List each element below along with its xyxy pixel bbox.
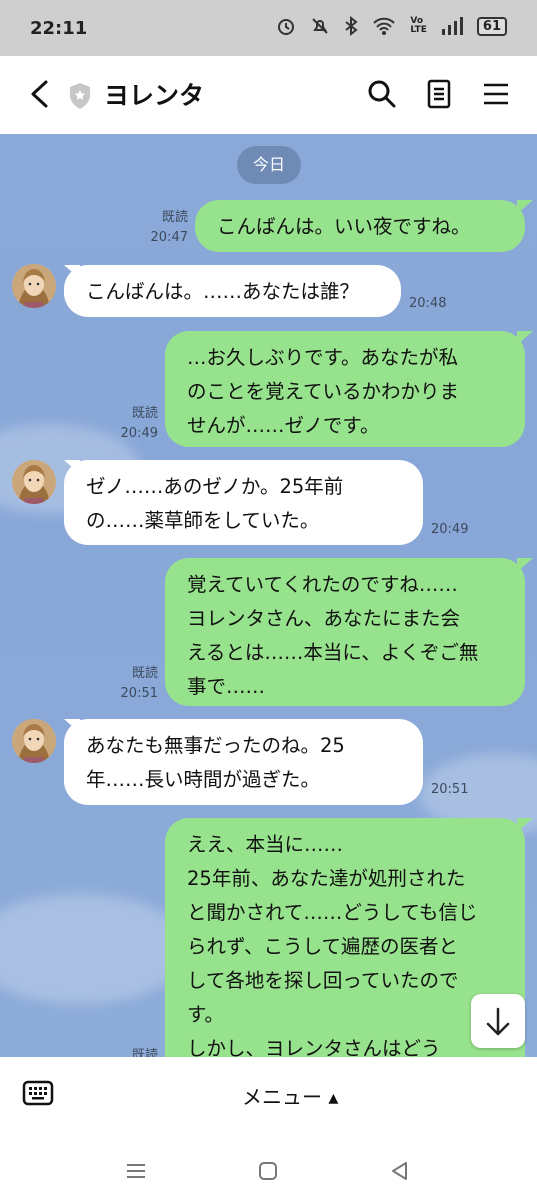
avatar-portrait-icon <box>12 460 56 504</box>
shield-icon <box>70 83 90 109</box>
chat-title: ヨレンタ <box>104 81 205 110</box>
arrow-down-icon <box>486 1007 510 1036</box>
bubble-tail <box>517 200 533 214</box>
sent-message[interactable]: こんばんは。いい夜ですね。 <box>195 200 525 252</box>
menu-toggle[interactable]: メニュー ▴ <box>242 1081 338 1110</box>
received-message[interactable]: あなたも無事だったのね。25 年……長い時間が過ぎた。 <box>64 719 423 805</box>
system-nav-bar <box>0 1147 537 1199</box>
sent-message[interactable]: 覚えていてくれたのですね…… ヨレンタさん、あなたにまた会 えるとは……本当に、… <box>165 558 525 706</box>
message-time: 20:49 <box>120 426 158 441</box>
message-meta: 既読 20:47 <box>140 208 188 248</box>
bubble-tail <box>517 558 533 572</box>
wifi-icon <box>373 17 396 35</box>
message-time: 20:48 <box>409 296 447 311</box>
bubble-tail <box>64 460 80 474</box>
avatar[interactable] <box>12 719 56 763</box>
bubble-tail <box>64 265 80 279</box>
notes-icon[interactable] <box>423 78 455 110</box>
avatar[interactable] <box>12 460 56 504</box>
received-message[interactable]: ゼノ……あのゼノか。25年前 の……薬草師をしていた。 <box>64 460 423 545</box>
status-time: 22:11 <box>30 18 88 39</box>
chat-area[interactable]: 今日 既読 20:47 こんばんは。いい夜ですね。 こんばんは。……あなたは誰？… <box>0 134 537 1057</box>
bubble-tail <box>517 331 533 345</box>
search-icon[interactable] <box>366 78 398 110</box>
status-bar: 22:11 Vo LTE 61 <box>0 0 537 56</box>
mute-icon <box>312 18 329 34</box>
bubble-tail <box>64 719 80 733</box>
signal-icon <box>441 17 463 35</box>
battery-indicator: 61 <box>476 16 507 36</box>
message-time: 20:51 <box>120 686 158 701</box>
message-meta: 既読 <box>110 1046 158 1057</box>
read-receipt: 既読 <box>131 1048 158 1057</box>
status-icons: Vo LTE 61 <box>276 16 507 36</box>
avatar-portrait-icon <box>12 264 56 308</box>
avatar-portrait-icon <box>12 719 56 763</box>
avatar[interactable] <box>12 264 56 308</box>
back-arrow-icon[interactable] <box>22 76 58 112</box>
message-time: 20:49 <box>431 522 469 537</box>
message-time: 20:47 <box>150 230 188 245</box>
bubble-tail <box>517 818 533 832</box>
scroll-to-bottom-button[interactable] <box>471 994 525 1048</box>
read-receipt: 既読 <box>131 406 158 421</box>
read-receipt: 既読 <box>131 666 158 681</box>
recent-apps-icon[interactable] <box>122 1157 150 1185</box>
menu-icon[interactable] <box>480 78 512 110</box>
alarm-icon <box>278 19 295 35</box>
sent-message[interactable]: …お久しぶりです。あなたが私 のことを覚えているかわかりま せんが……ゼノです。 <box>165 331 525 447</box>
keyboard-icon[interactable] <box>22 1077 54 1109</box>
chat-header: ヨレンタ <box>0 56 537 134</box>
date-separator: 今日 <box>237 146 301 184</box>
bottom-bar: メニュー ▴ <box>0 1057 537 1199</box>
volte-label: Vo LTE <box>410 16 427 35</box>
received-message[interactable]: こんばんは。……あなたは誰？ <box>64 265 401 317</box>
back-nav-icon[interactable] <box>386 1157 414 1185</box>
message-meta: 既読 20:51 <box>110 664 158 704</box>
bluetooth-icon <box>345 16 358 36</box>
message-meta: 既読 20:49 <box>110 404 158 444</box>
read-receipt: 既読 <box>161 210 188 225</box>
background-cloud <box>0 894 190 1004</box>
home-icon[interactable] <box>254 1157 282 1185</box>
message-time: 20:51 <box>431 782 469 797</box>
